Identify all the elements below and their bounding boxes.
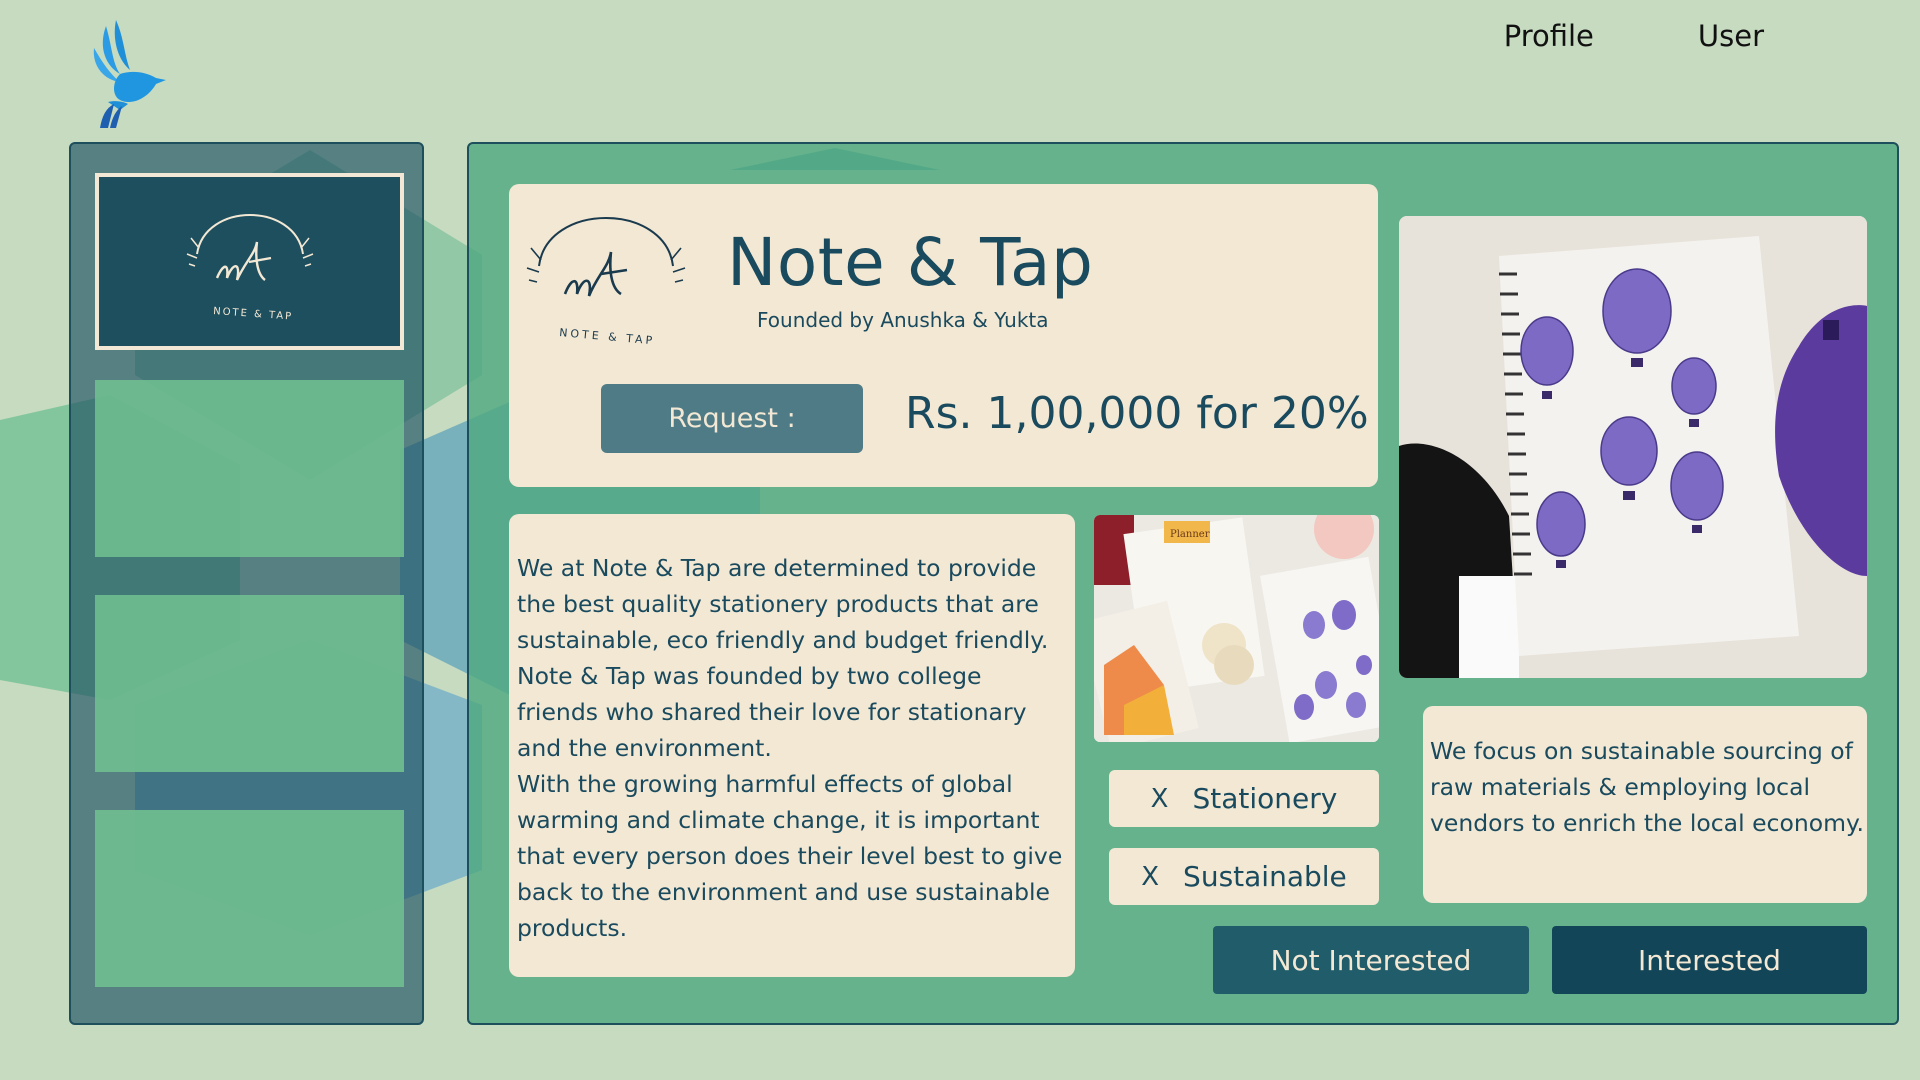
header-logo-text: NOTE & TAP bbox=[559, 326, 656, 347]
bird-logo-icon[interactable] bbox=[86, 18, 170, 130]
request-button[interactable]: Request : bbox=[601, 384, 863, 453]
product-thumbnail-image[interactable]: Planner bbox=[1094, 515, 1379, 742]
focus-card: We focus on sustainable sourcing of raw … bbox=[1423, 706, 1867, 903]
tag-stationery[interactable]: X Stationery bbox=[1109, 770, 1379, 827]
sidebar-card-3[interactable] bbox=[95, 595, 404, 772]
planner-label: Planner bbox=[1170, 529, 1210, 540]
startup-list-sidebar: NOTE & TAP bbox=[69, 142, 424, 1025]
product-main-image[interactable] bbox=[1399, 216, 1867, 678]
not-interested-button[interactable]: Not Interested bbox=[1213, 926, 1529, 994]
request-amount: Rs. 1,00,000 for 20% bbox=[905, 388, 1369, 439]
nav-profile-link[interactable]: Profile bbox=[1504, 16, 1594, 56]
nav-user-link[interactable]: User bbox=[1698, 16, 1764, 56]
sidebar-card-4[interactable] bbox=[95, 810, 404, 987]
startup-founders: Founded by Anushka & Yukta bbox=[757, 308, 1049, 332]
remove-tag-icon[interactable]: X bbox=[1141, 862, 1159, 892]
tag-sustainable[interactable]: X Sustainable bbox=[1109, 848, 1379, 905]
startup-header-card: NOTE & TAP Note & Tap Founded by Anushka… bbox=[509, 184, 1378, 487]
sidebar-card-note-and-tap[interactable]: NOTE & TAP bbox=[95, 173, 404, 350]
description-paragraph: With the growing harmful effects of glob… bbox=[517, 770, 1063, 942]
remove-tag-icon[interactable]: X bbox=[1151, 784, 1169, 814]
sidebar-card-2[interactable] bbox=[95, 380, 404, 557]
startup-name: Note & Tap bbox=[727, 224, 1094, 301]
focus-text: We focus on sustainable sourcing of raw … bbox=[1430, 737, 1865, 837]
note-and-tap-logo-icon: NOTE & TAP bbox=[186, 213, 313, 323]
tag-label: Sustainable bbox=[1183, 860, 1347, 893]
tag-label: Stationery bbox=[1192, 782, 1338, 815]
interested-button[interactable]: Interested bbox=[1552, 926, 1867, 994]
description-card: We at Note & Tap are determined to provi… bbox=[509, 514, 1075, 977]
top-nav: Profile User bbox=[1504, 16, 1764, 56]
description-paragraph: We at Note & Tap are determined to provi… bbox=[517, 554, 1049, 762]
startup-detail-panel: NOTE & TAP Note & Tap Founded by Anushka… bbox=[467, 142, 1899, 1025]
sidebar-logo-text: NOTE & TAP bbox=[212, 306, 293, 323]
note-and-tap-logo-icon: NOTE & TAP bbox=[526, 217, 686, 347]
